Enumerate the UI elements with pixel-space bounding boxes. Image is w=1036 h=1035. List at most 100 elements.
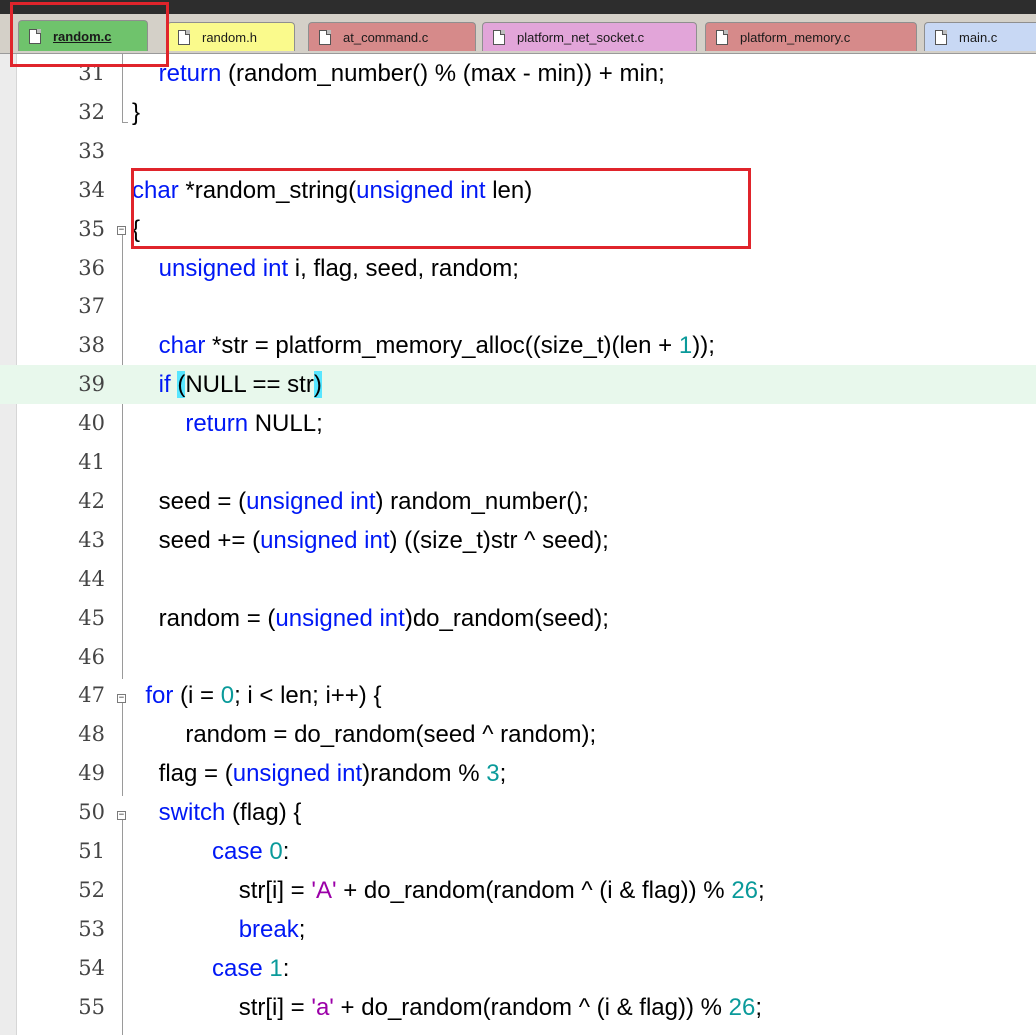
string-token: 'a': [311, 993, 334, 1021]
code-line[interactable]: 41: [0, 443, 1036, 482]
code-line[interactable]: 43 seed += (unsigned int) ((size_t)str ^…: [0, 521, 1036, 560]
keyword-token: if: [158, 371, 171, 399]
number-token: 0: [220, 682, 235, 710]
code-token: }: [132, 98, 141, 126]
code-line[interactable]: 47 for (i = 0; i < len; i++) {: [0, 676, 1036, 715]
code-text: unsigned int i, flag, seed, random;: [132, 249, 519, 288]
code-line[interactable]: 48 random = do_random(seed ^ random);: [0, 715, 1036, 754]
line-number: 55: [78, 994, 105, 1019]
code-text: seed += (unsigned int) ((size_t)str ^ se…: [132, 521, 609, 560]
code-token: :: [282, 954, 290, 982]
annotation-box-function-signature: [131, 168, 751, 249]
keyword-token: return: [185, 410, 249, 438]
line-number: 51: [78, 839, 105, 863]
tab-main-c[interactable]: main.c: [924, 22, 1036, 51]
tab-label: platform_net_socket.c: [517, 29, 645, 45]
code-line[interactable]: 42 seed = (unsigned int) random_number()…: [0, 482, 1036, 521]
code-line[interactable]: 37: [0, 287, 1036, 326]
code-line[interactable]: 38 char *str = platform_memory_alloc((si…: [0, 326, 1036, 365]
code-line[interactable]: 40 return NULL;: [0, 404, 1036, 443]
keyword-token: case: [212, 954, 263, 982]
tab-at-command-c[interactable]: at_command.c: [308, 22, 476, 51]
string-token: 'A': [311, 876, 337, 904]
code-line[interactable]: 51 case 0:: [0, 832, 1036, 871]
line-number: 42: [78, 488, 105, 513]
code-line[interactable]: 32}: [0, 93, 1036, 132]
code-text: return (random_number() % (max - min)) +…: [132, 54, 665, 93]
number-token: 0: [269, 838, 283, 865]
line-number: 52: [78, 877, 105, 902]
line-number: 46: [78, 644, 105, 669]
code-token: ;: [758, 876, 765, 904]
code-token: seed += (: [132, 526, 261, 554]
code-text: random = (unsigned int)do_random(seed);: [132, 599, 609, 638]
code-token: (random_number() % (max - min)) + min;: [221, 60, 665, 87]
line-number: 32: [78, 99, 105, 124]
code-token: (i =: [173, 682, 221, 710]
code-line[interactable]: 49 flag = (unsigned int)random % 3;: [0, 754, 1036, 793]
line-number: 37: [78, 294, 105, 319]
code-line[interactable]: 55 str[i] = 'a' + do_random(random ^ (i …: [0, 988, 1036, 1027]
code-text: str[i] = 'a' + do_random(random ^ (i & f…: [132, 988, 762, 1027]
code-text: seed = (unsigned int) random_number();: [132, 482, 589, 521]
code-line[interactable]: 44: [0, 560, 1036, 599]
keyword-token: unsigned int: [232, 760, 363, 788]
tab-label: platform_memory.c: [740, 29, 851, 45]
number-token: 1: [678, 332, 693, 360]
line-number: 41: [78, 450, 105, 474]
tab-random-h[interactable]: random.h: [167, 22, 295, 51]
document-icon: [178, 29, 190, 45]
tab-label: at_command.c: [343, 29, 429, 45]
number-token: 26: [728, 993, 756, 1021]
code-token: i, flag, seed, random;: [288, 254, 519, 282]
tab-label: random.h: [202, 29, 257, 45]
keyword-token: unsigned int: [246, 487, 376, 515]
document-icon: [319, 29, 331, 45]
code-token: + do_random(random ^ (i & flag)) %: [336, 876, 732, 904]
keyword-token: unsigned int: [158, 254, 289, 282]
code-text: str[i] = 'A' + do_random(random ^ (i & f…: [132, 871, 765, 910]
keyword-token: char: [158, 332, 206, 360]
code-line[interactable]: 46: [0, 638, 1036, 677]
document-icon: [493, 29, 505, 45]
line-number: 48: [78, 722, 105, 747]
code-token: ) ((size_t)str ^ seed);: [389, 526, 609, 554]
code-line[interactable]: 54 case 1:: [0, 949, 1036, 988]
code-token: *str = platform_memory_alloc((size_t)(le…: [205, 332, 679, 360]
keyword-token: case: [212, 838, 263, 865]
code-text: random = do_random(seed ^ random);: [132, 715, 596, 754]
code-line[interactable]: 39 if (NULL == str): [0, 365, 1036, 405]
code-text: case 1:: [132, 949, 289, 988]
code-text: }: [132, 93, 140, 132]
keyword-token: break: [238, 915, 299, 943]
line-number: 35: [78, 216, 105, 241]
code-token: ; i < len; i++) {: [234, 682, 382, 710]
line-number: 34: [78, 177, 105, 202]
number-token: 3: [486, 760, 500, 788]
code-line[interactable]: 36 unsigned int i, flag, seed, random;: [0, 249, 1036, 288]
line-number: 44: [78, 566, 105, 591]
line-number: 45: [78, 605, 105, 630]
code-line[interactable]: 52 str[i] = 'A' + do_random(random ^ (i …: [0, 871, 1036, 910]
keyword-token: unsigned int: [260, 526, 390, 554]
code-token: random = do_random(seed ^ random);: [132, 721, 597, 749]
line-number: 36: [78, 255, 105, 280]
code-line[interactable]: 45 random = (unsigned int)do_random(seed…: [0, 599, 1036, 638]
code-token: NULL;: [248, 410, 323, 438]
code-token: str[i] =: [132, 876, 312, 904]
code-token: random = (: [132, 604, 276, 632]
document-icon: [716, 29, 728, 45]
code-token: NULL == str: [185, 371, 314, 399]
code-line[interactable]: 50 switch (flag) {: [0, 793, 1036, 832]
code-line[interactable]: 33: [0, 132, 1036, 171]
tab-platform-net-socket-c[interactable]: platform_net_socket.c: [482, 22, 697, 51]
keyword-token: switch: [158, 799, 226, 827]
code-text: switch (flag) {: [132, 793, 302, 832]
code-line[interactable]: 53 break;: [0, 910, 1036, 949]
tab-platform-memory-c[interactable]: platform_memory.c: [705, 22, 917, 51]
